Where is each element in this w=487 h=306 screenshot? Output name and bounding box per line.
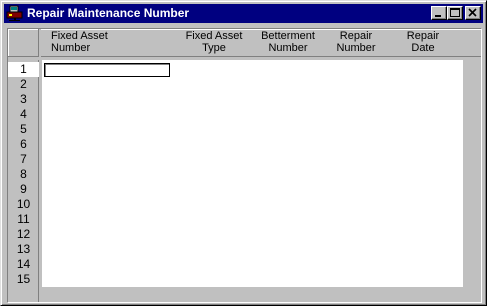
column-header-row: Fixed Asset Number Fixed Asset Type Bett… xyxy=(41,29,481,57)
column-header-repair-date[interactable]: Repair Date xyxy=(393,30,453,56)
data-grid: Fixed Asset Number Fixed Asset Type Bett… xyxy=(7,28,482,303)
row-header[interactable]: 7 xyxy=(8,152,39,167)
column-header-betterment-number[interactable]: Betterment Number xyxy=(253,30,323,56)
row-header-column: 1 2 3 4 5 6 7 8 9 10 11 12 13 14 15 xyxy=(8,60,39,302)
fixed-asset-number-input[interactable] xyxy=(44,63,170,77)
row-header[interactable]: 8 xyxy=(8,167,39,182)
app-icon xyxy=(6,5,23,21)
row-header[interactable]: 10 xyxy=(8,197,39,212)
title-bar[interactable]: Repair Maintenance Number xyxy=(4,4,483,23)
row-header[interactable]: 1 xyxy=(8,62,39,77)
vertical-scrollbar[interactable] xyxy=(463,60,481,287)
column-header-repair-number[interactable]: Repair Number xyxy=(325,30,387,56)
maximize-button[interactable] xyxy=(447,6,463,20)
minimize-icon xyxy=(435,15,441,17)
minimize-button[interactable] xyxy=(431,6,447,20)
close-icon xyxy=(468,8,477,17)
row-header[interactable]: 12 xyxy=(8,227,39,242)
grid-corner-cell[interactable] xyxy=(8,29,39,57)
column-header-fixed-asset-type[interactable]: Fixed Asset Type xyxy=(179,30,249,56)
row-header[interactable]: 6 xyxy=(8,137,39,152)
maximize-icon xyxy=(450,8,460,17)
row-header[interactable]: 3 xyxy=(8,92,39,107)
row-header[interactable]: 14 xyxy=(8,257,39,272)
window-title: Repair Maintenance Number xyxy=(27,6,190,20)
row-header[interactable]: 11 xyxy=(8,212,39,227)
close-button[interactable] xyxy=(465,6,481,20)
row-header[interactable]: 2 xyxy=(8,77,39,92)
grid-data-area[interactable] xyxy=(42,60,463,287)
app-window: Repair Maintenance Number Fixed Asset Nu… xyxy=(0,0,487,306)
row-header[interactable]: 9 xyxy=(8,182,39,197)
row-header[interactable]: 15 xyxy=(8,272,39,287)
horizontal-scrollbar[interactable] xyxy=(42,287,481,302)
row-header[interactable]: 4 xyxy=(8,107,39,122)
row-header[interactable]: 13 xyxy=(8,242,39,257)
row-header[interactable]: 5 xyxy=(8,122,39,137)
column-header-fixed-asset-number[interactable]: Fixed Asset Number xyxy=(51,30,171,56)
